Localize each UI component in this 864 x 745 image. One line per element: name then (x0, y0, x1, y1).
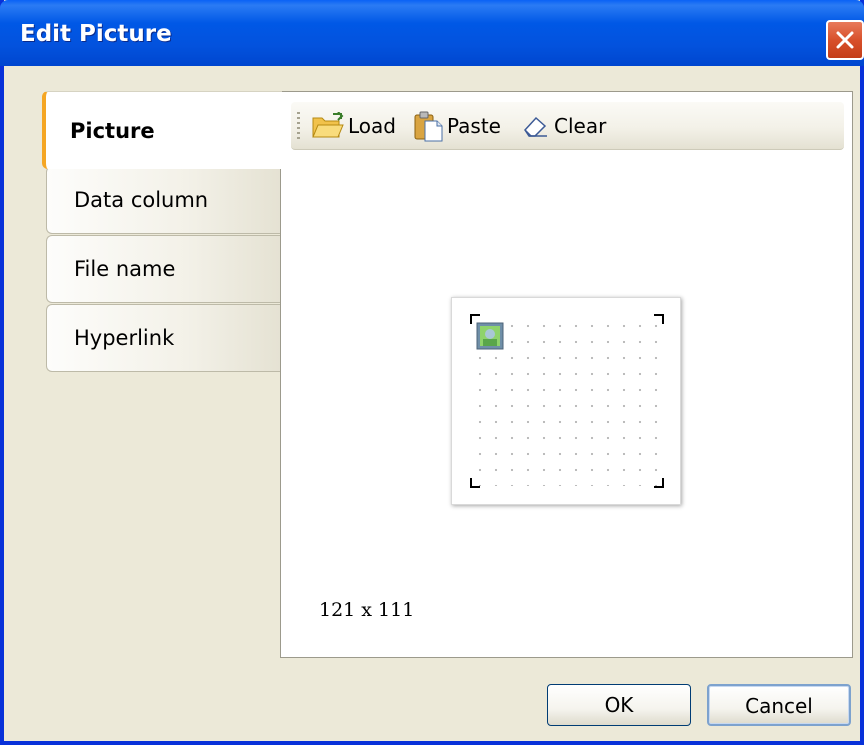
toolbar-grip[interactable] (297, 112, 300, 140)
eraser-icon (521, 113, 551, 139)
load-button[interactable]: Load (311, 110, 396, 142)
paste-label: Paste (447, 114, 501, 138)
tab-hyperlink[interactable]: Hyperlink (46, 304, 280, 372)
title-bar[interactable]: Edit Picture (0, 0, 864, 66)
ok-button[interactable]: OK (547, 684, 691, 726)
load-label: Load (348, 114, 396, 138)
picture-preview[interactable] (451, 297, 681, 505)
folder-open-icon (311, 112, 345, 140)
paste-icon (412, 110, 444, 142)
edit-picture-dialog: Edit Picture Data column File name Hyper… (0, 0, 864, 745)
tab-data-column[interactable]: Data column (46, 166, 280, 234)
close-button[interactable] (826, 20, 864, 60)
clear-button[interactable]: Clear (521, 110, 606, 142)
picture-toolbar: Load Paste Clear (291, 102, 844, 150)
picture-size-label: 121 x 111 (319, 599, 415, 621)
corner-marker (654, 478, 664, 488)
corner-marker (654, 314, 664, 324)
tab-file-name[interactable]: File name (46, 235, 280, 303)
dialog-title: Edit Picture (20, 21, 172, 47)
picture-icon (476, 322, 504, 350)
cancel-button[interactable]: Cancel (707, 684, 851, 726)
close-icon (836, 31, 854, 49)
clear-label: Clear (554, 114, 607, 138)
corner-marker (470, 478, 480, 488)
tab-picture[interactable]: Picture (42, 91, 282, 169)
paste-button[interactable]: Paste (412, 110, 501, 142)
picture-panel: Load Paste Clear 121 x 111 (280, 91, 853, 658)
